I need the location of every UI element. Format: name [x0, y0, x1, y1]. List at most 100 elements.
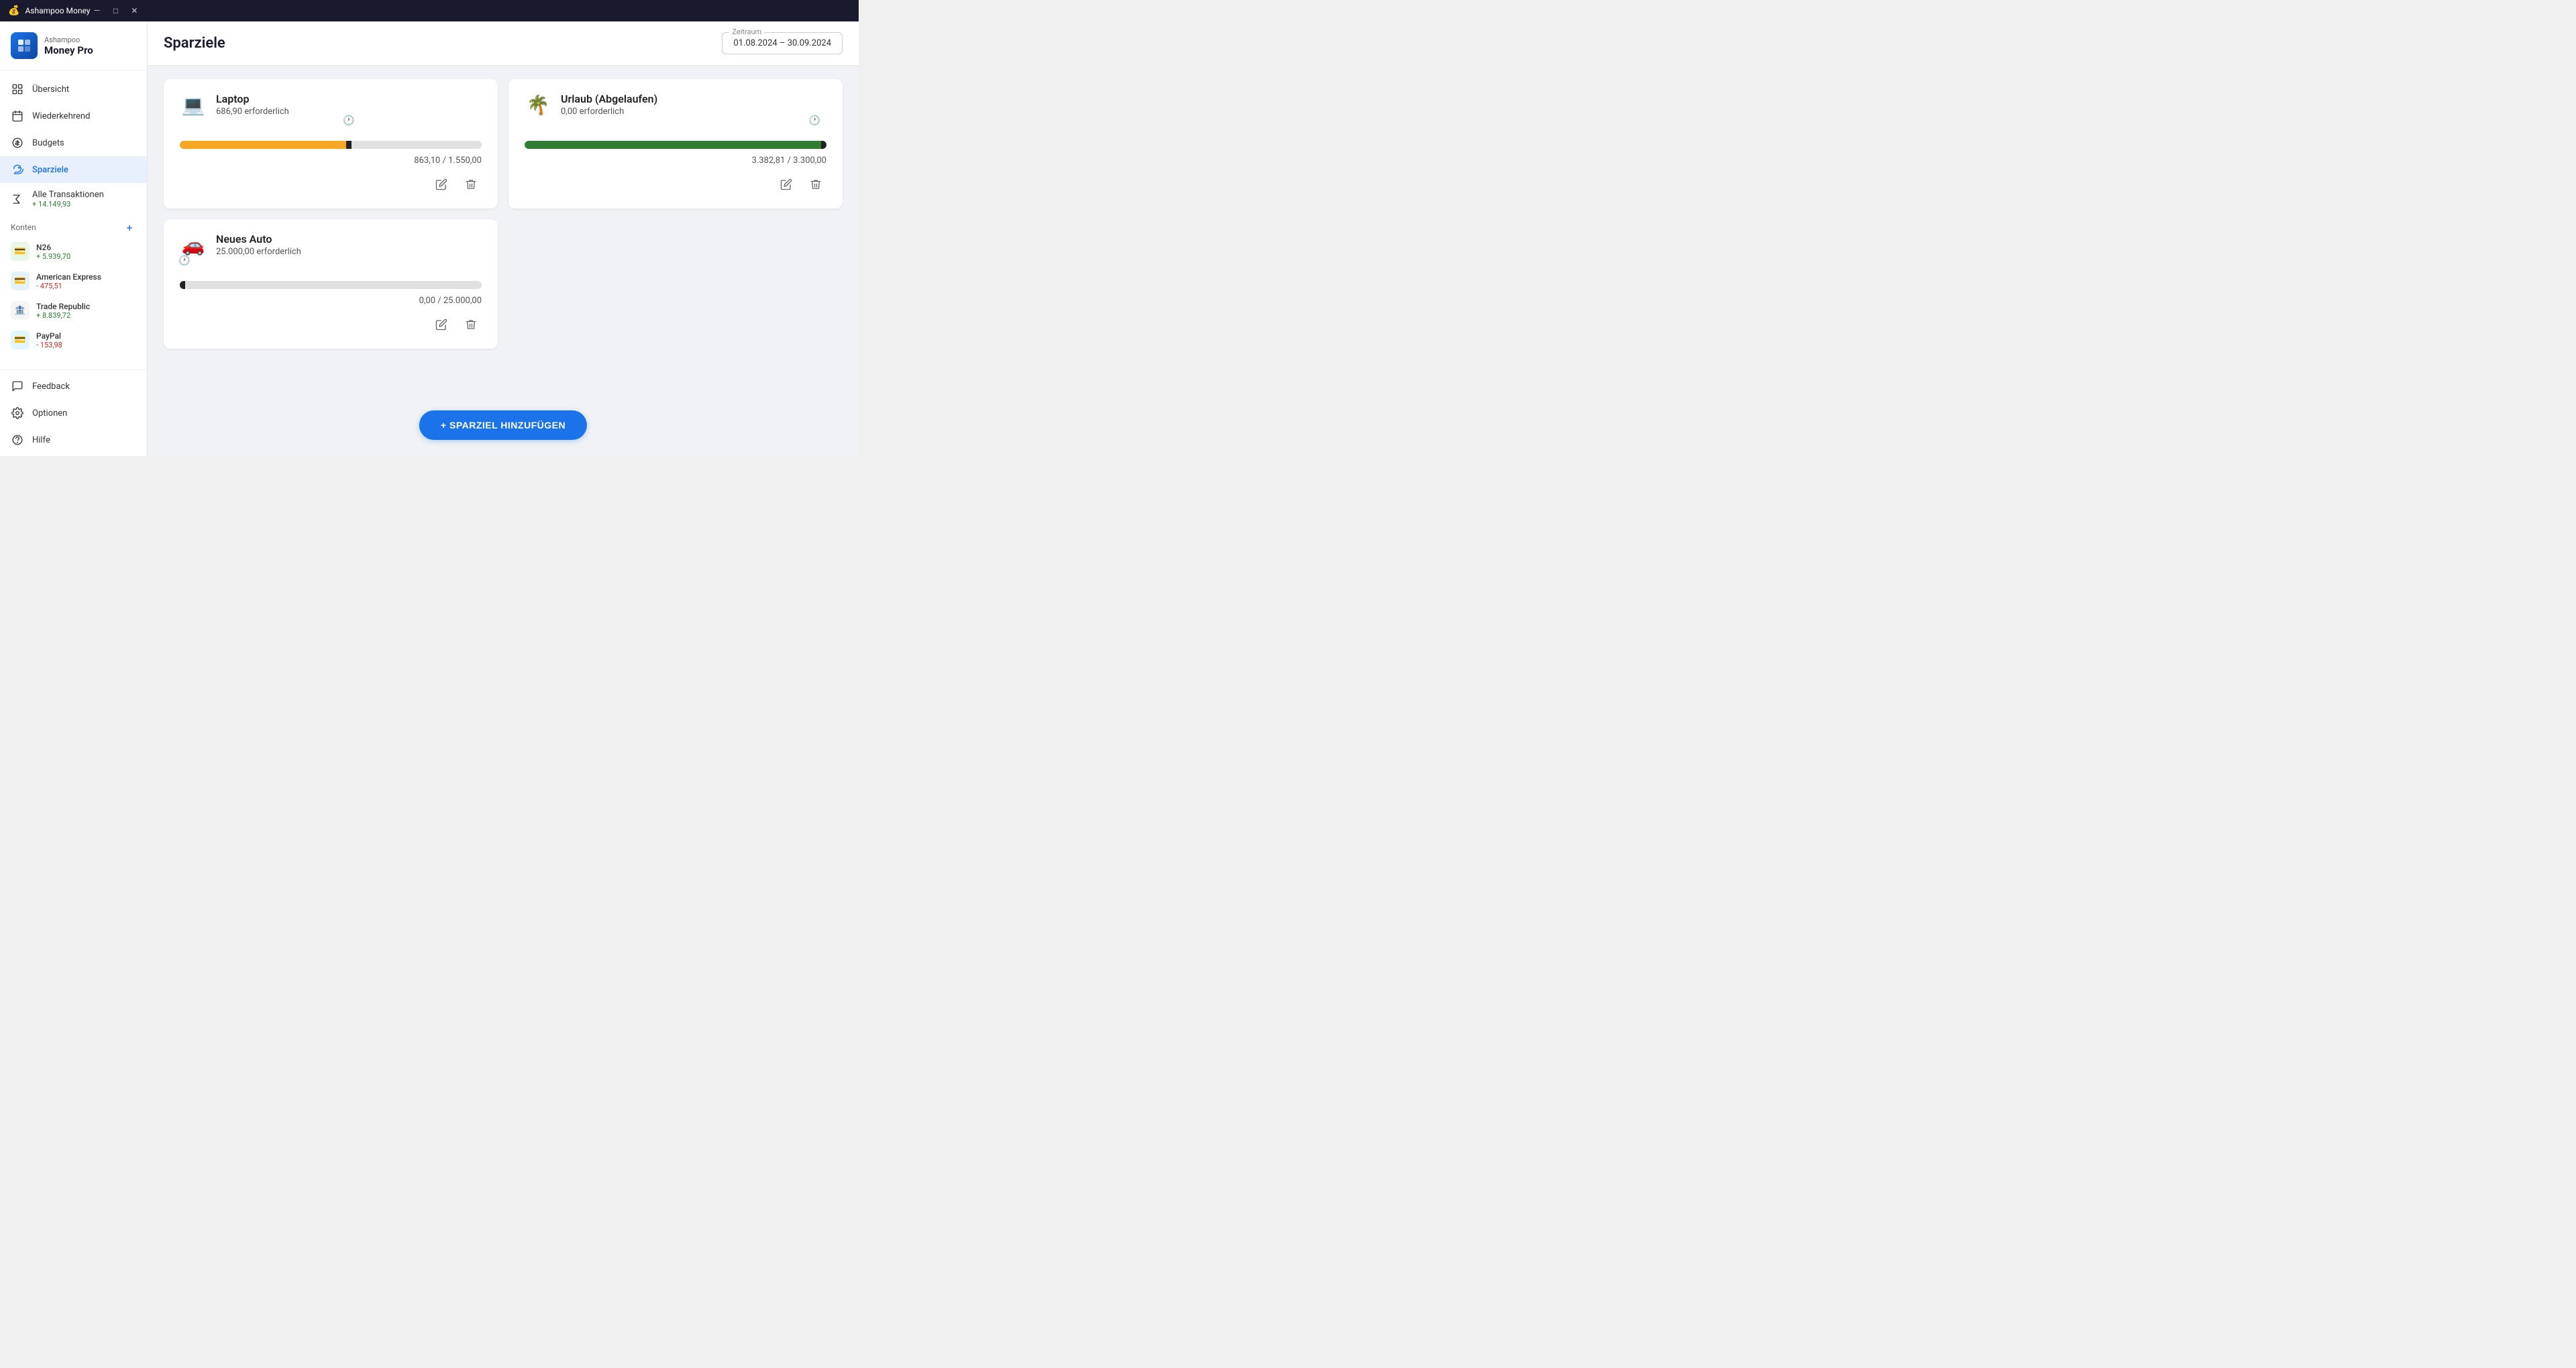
goal-title-area: Urlaub (Abgelaufen) 0,00 erforderlich [561, 93, 657, 117]
maximize-button[interactable]: □ [109, 4, 122, 17]
minimize-button[interactable]: — [90, 4, 103, 17]
goal-actions [180, 174, 482, 195]
accounts-header: Konten + [0, 215, 147, 237]
urlaub-emoji: 🌴 [525, 94, 551, 116]
main-header: Sparziele Zeitraum 01.08.2024 – 30.09.20… [148, 21, 859, 66]
progress-values: 3.382,81 / 3.300,00 [525, 156, 826, 166]
sidebar-item-label: Hilfe [32, 435, 50, 445]
progress-values: 0,00 / 25.000,00 [180, 296, 482, 306]
goal-title-area: Laptop 686,90 erforderlich [216, 93, 289, 117]
goal-header: 🚗 Neues Auto 25.000,00 erforderlich [180, 233, 482, 257]
trade-icon: 🏦 [11, 301, 30, 320]
paypal-icon: 💳 [11, 331, 30, 349]
clock-icon: 🕐 [343, 115, 354, 126]
sidebar-item-optionen[interactable]: Optionen [0, 400, 147, 426]
sidebar: Ashampoo Money Pro Übersicht [0, 21, 148, 456]
laptop-emoji: 💻 [180, 94, 207, 116]
account-paypal[interactable]: 💳 PayPal - 153,98 [0, 325, 147, 355]
account-balance: + 8.839,72 [36, 311, 90, 320]
goal-actions [180, 314, 482, 335]
sidebar-item-label: Optionen [32, 408, 67, 418]
window-controls: — □ ✕ [90, 4, 141, 17]
zeitraum-label: Zeitraum [729, 27, 764, 36]
car-emoji: 🚗 [180, 234, 207, 256]
sidebar-item-transaktionen[interactable]: Alle Transaktionen + 14.149,93 [0, 183, 147, 215]
sidebar-item-hilfe[interactable]: Hilfe [0, 426, 147, 453]
help-icon [11, 433, 24, 447]
add-account-button[interactable]: + [123, 221, 136, 234]
goals-content: 💻 Laptop 686,90 erforderlich 🕐 [148, 66, 859, 456]
page-title: Sparziele [164, 35, 225, 52]
close-button[interactable]: ✕ [127, 4, 141, 17]
sidebar-item-wiederkehrend[interactable]: Wiederkehrend [0, 103, 147, 129]
title-bar-title: Ashampoo Money [25, 6, 90, 15]
title-bar: 💰 Ashampoo Money — □ ✕ [0, 0, 859, 21]
edit-goal-button[interactable] [775, 174, 797, 195]
goal-header: 💻 Laptop 686,90 erforderlich [180, 93, 482, 117]
progress-fill [180, 141, 348, 149]
account-name: PayPal [36, 331, 62, 341]
goal-actions [525, 174, 826, 195]
account-balance: - 153,98 [36, 341, 62, 349]
logo-icon [11, 32, 38, 59]
progress-container: 🕐 [525, 127, 826, 149]
goal-required: 686,90 erforderlich [216, 107, 289, 117]
add-goal-button[interactable]: + SPARZIEL HINZUFÜGEN [419, 410, 587, 440]
sidebar-item-budgets[interactable]: Budgets [0, 129, 147, 156]
gear-icon [11, 406, 24, 420]
progress-container: 🕐 [180, 127, 482, 149]
sidebar-bottom: Feedback Optionen [0, 369, 147, 456]
zeitraum-box: Zeitraum 01.08.2024 – 30.09.2024 [722, 32, 843, 54]
progress-container: 🕐 [180, 268, 482, 289]
progress-marker [346, 141, 352, 149]
transaction-label: Alle Transaktionen [32, 190, 104, 200]
account-balance: + 5.939,70 [36, 252, 70, 261]
goal-name: Urlaub (Abgelaufen) [561, 93, 657, 105]
goals-grid: 💻 Laptop 686,90 erforderlich 🕐 [164, 79, 843, 209]
sidebar-item-feedback[interactable]: Feedback [0, 373, 147, 400]
goal-name: Neues Auto [216, 233, 301, 245]
progress-bar [180, 141, 482, 149]
delete-goal-button[interactable] [460, 314, 482, 335]
accounts-section: Konten + 💳 N26 + 5.939,70 💳 American Exp… [0, 215, 147, 360]
transaction-info: Alle Transaktionen + 14.149,93 [32, 190, 104, 209]
goal-card-urlaub: 🌴 Urlaub (Abgelaufen) 0,00 erforderlich … [508, 79, 843, 209]
delete-goal-button[interactable] [460, 174, 482, 195]
account-balance: - 475,51 [36, 282, 101, 290]
grid-icon [11, 82, 24, 96]
sidebar-item-label: Budgets [32, 138, 64, 148]
delete-goal-button[interactable] [805, 174, 826, 195]
goal-header: 🌴 Urlaub (Abgelaufen) 0,00 erforderlich [525, 93, 826, 117]
goal-required: 0,00 erforderlich [561, 107, 657, 117]
account-name: Trade Republic [36, 302, 90, 311]
edit-goal-button[interactable] [431, 174, 452, 195]
transaction-value: + 14.149,93 [32, 200, 104, 209]
goal-title-area: Neues Auto 25.000,00 erforderlich [216, 233, 301, 257]
progress-bar [525, 141, 826, 149]
sidebar-item-sparziele[interactable]: Sparziele [0, 156, 147, 183]
piggy-icon [11, 163, 24, 176]
logo-company: Ashampoo [44, 36, 93, 44]
sidebar-item-uebersicht[interactable]: Übersicht [0, 76, 147, 103]
account-name: N26 [36, 243, 70, 252]
edit-goal-button[interactable] [431, 314, 452, 335]
goal-name: Laptop [216, 93, 289, 105]
n26-icon: 💳 [11, 242, 30, 261]
zeitraum-value: 01.08.2024 – 30.09.2024 [733, 38, 831, 48]
main-content: Sparziele Zeitraum 01.08.2024 – 30.09.20… [148, 21, 859, 456]
clock-icon: 🕐 [809, 115, 820, 126]
accounts-label: Konten [11, 223, 36, 232]
sidebar-logo: Ashampoo Money Pro [0, 21, 147, 70]
calendar-icon [11, 109, 24, 123]
amex-icon: 💳 [11, 272, 30, 290]
goal-required: 25.000,00 erforderlich [216, 247, 301, 257]
chat-icon [11, 380, 24, 393]
sidebar-item-label: Wiederkehrend [32, 111, 90, 121]
account-n26[interactable]: 💳 N26 + 5.939,70 [0, 237, 147, 266]
progress-marker [821, 141, 826, 149]
logo-text: Ashampoo Money Pro [44, 36, 93, 56]
account-amex[interactable]: 💳 American Express - 475,51 [0, 266, 147, 296]
goal-card-neuesauto: 🚗 Neues Auto 25.000,00 erforderlich 🕐 [164, 219, 498, 349]
logo-product: Money Pro [44, 44, 93, 56]
account-trade[interactable]: 🏦 Trade Republic + 8.839,72 [0, 296, 147, 325]
